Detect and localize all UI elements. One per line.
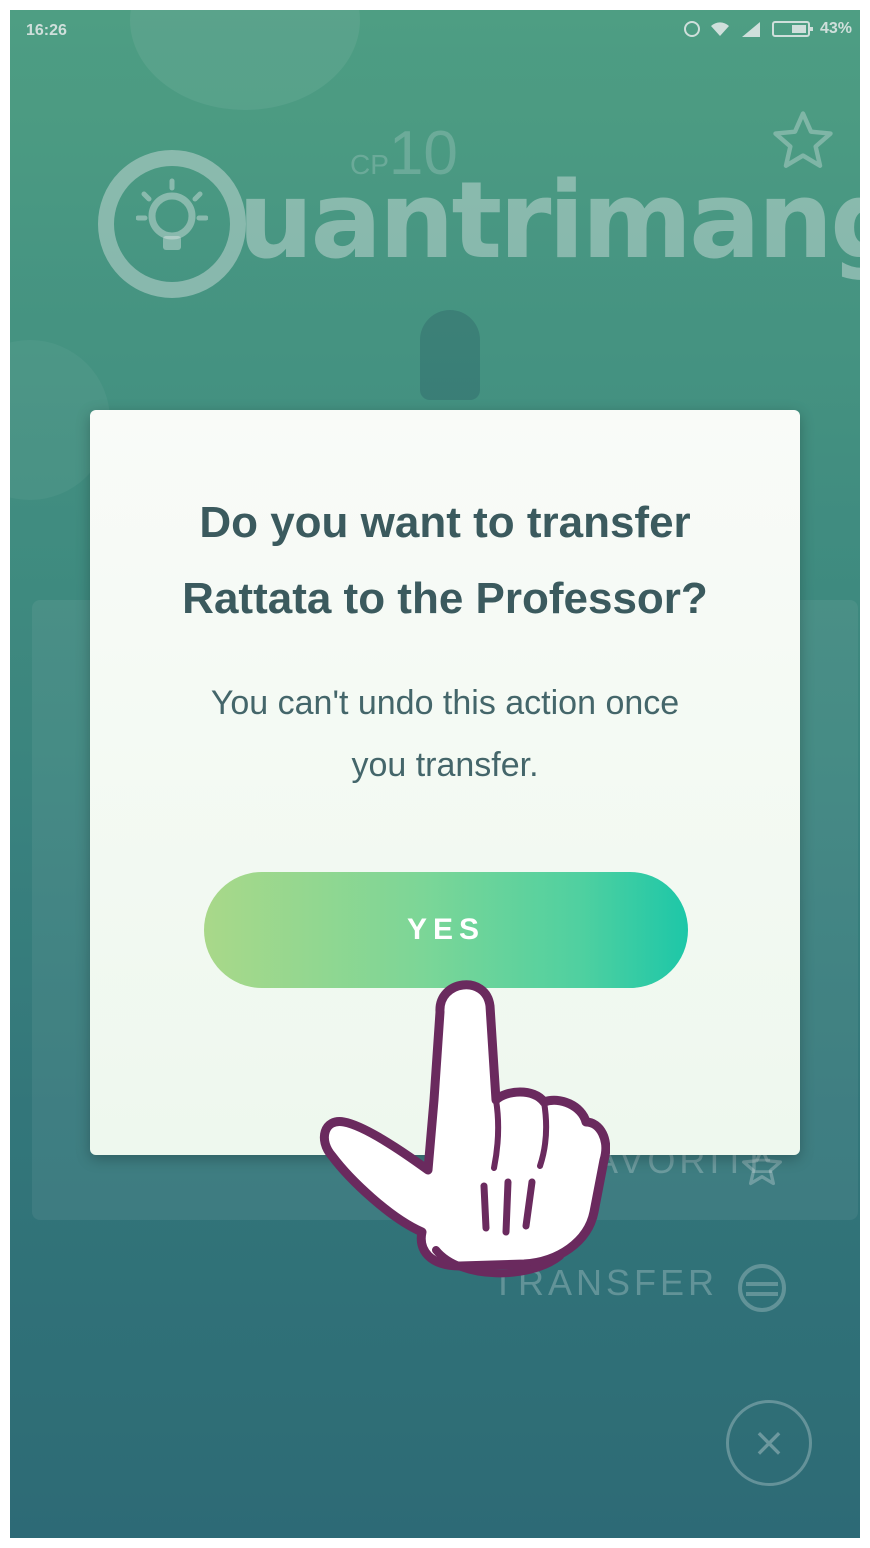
dialog-title-line-2: Rattata to the Professor?: [182, 574, 708, 623]
dialog-title-line-1: Do you want to transfer: [199, 498, 691, 547]
dialog-message-line-1: You can't undo this action once: [210, 684, 680, 722]
phone-screen: 16:26 43% CP10 uantrimang FAVORITE TRANS…: [10, 10, 860, 1538]
pointing-hand-icon: [319, 980, 610, 1278]
dialog-title: Do you want to transfer Rattata to the P…: [90, 485, 800, 637]
dialog-message: You can't undo this action once you tran…: [90, 672, 800, 796]
dialog-message-line-2: you transfer.: [351, 746, 539, 784]
